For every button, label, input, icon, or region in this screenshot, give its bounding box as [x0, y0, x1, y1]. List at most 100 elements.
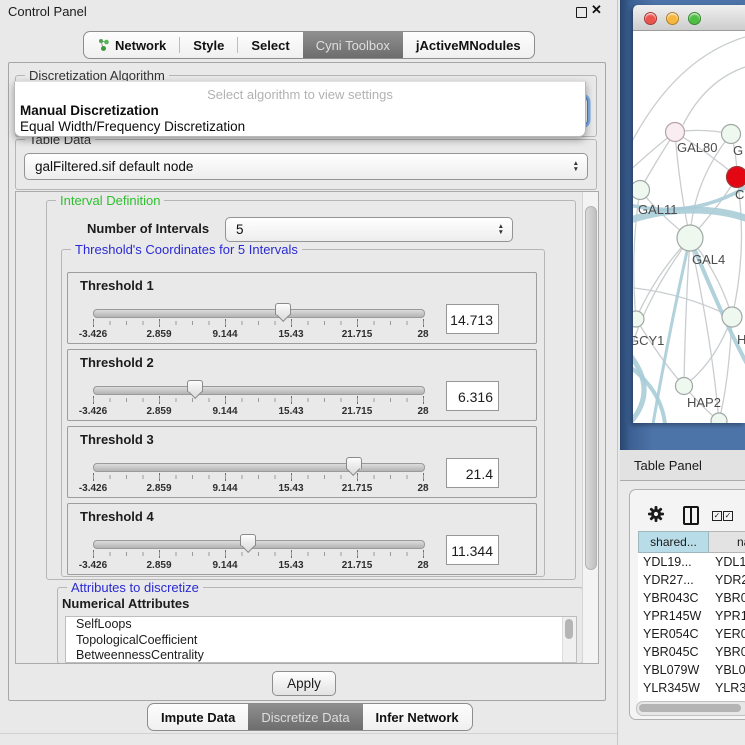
slider-handle[interactable]	[346, 457, 362, 469]
slider-handle[interactable]	[240, 534, 256, 546]
node-table-body: YDL19...YDL1YDR27...YDR2YBR043CYBR0YPR14…	[638, 553, 745, 715]
table-cell: YDL1	[709, 553, 745, 571]
slider-handle[interactable]	[187, 380, 203, 392]
network-node-label: GAL11	[638, 202, 678, 217]
tab-jactivemnodules[interactable]: jActiveMNodules	[403, 32, 534, 58]
tab-network[interactable]: Network	[84, 32, 179, 58]
scrollbar-thumb[interactable]	[565, 619, 573, 639]
column-header-name[interactable]: na	[709, 531, 745, 553]
tick-label: 21.715	[342, 483, 373, 494]
table-data-combobox[interactable]: galFiltered.sif default node ▲▼	[24, 153, 588, 180]
network-edge[interactable]	[684, 317, 732, 386]
slider-track[interactable]	[93, 386, 425, 395]
network-node-gal11[interactable]	[633, 181, 650, 200]
vertical-scrollbar[interactable]	[582, 192, 598, 663]
dropdown-item-equal-width-frequency[interactable]: Equal Width/Frequency Discretization	[20, 119, 245, 134]
network-canvas[interactable]: GAL80GCGAL11GAL4GCY1HHAP2	[633, 31, 745, 423]
threshold-value-field[interactable]: 21.4	[446, 458, 499, 488]
tab-label: Select	[251, 38, 289, 53]
slider-track[interactable]	[93, 309, 425, 318]
tab-discretize-data[interactable]: Discretize Data	[248, 704, 362, 730]
tab-style[interactable]: Style	[180, 32, 237, 58]
stepper-arrows-icon[interactable]: ▲▼	[498, 224, 504, 235]
slider-track[interactable]	[93, 540, 425, 549]
slider-minor-ticks	[93, 398, 424, 402]
close-traffic-light[interactable]	[644, 12, 657, 25]
threshold-value-field[interactable]: 14.713	[446, 304, 499, 334]
gear-icon[interactable]	[647, 505, 665, 523]
table-panel-header: Table Panel	[620, 450, 745, 481]
network-node[interactable]	[711, 413, 727, 423]
tab-label: Infer Network	[376, 710, 459, 725]
attribute-item[interactable]: SelfLoops	[66, 617, 576, 633]
dropdown-item-manual-discretization[interactable]: Manual Discretization	[20, 103, 159, 118]
network-node-gal80[interactable]	[666, 123, 685, 142]
table-row[interactable]: YBR043CYBR0	[638, 589, 745, 607]
zoom-traffic-light[interactable]	[688, 12, 701, 25]
scrollbar-thumb[interactable]	[639, 704, 741, 712]
slider-track[interactable]	[93, 463, 425, 472]
network-edge[interactable]	[640, 132, 675, 190]
slider-handle[interactable]	[275, 303, 291, 315]
network-node-g[interactable]	[722, 125, 741, 144]
tick-label: 2.859	[146, 560, 171, 571]
numerical-attributes-label: Numerical Attributes	[62, 596, 189, 611]
table-cell: YLR3	[709, 679, 745, 697]
network-node-c[interactable]	[727, 167, 745, 188]
intervals-value: 5	[236, 222, 244, 237]
tab-impute-data[interactable]: Impute Data	[148, 704, 248, 730]
split-columns-icon[interactable]	[683, 506, 699, 525]
network-edge[interactable]	[683, 67, 745, 125]
window-titlebar[interactable]	[633, 5, 745, 31]
slider-minor-ticks	[93, 552, 424, 556]
close-icon[interactable]: ✕	[591, 2, 602, 18]
table-row[interactable]: YBL079WYBL0	[638, 661, 745, 679]
horizontal-scrollbar[interactable]	[636, 701, 745, 716]
checkbox-icon[interactable]: ✓	[712, 511, 722, 521]
table-row[interactable]: YBR045CYBR0	[638, 643, 745, 661]
thresholds-group: Threshold's Coordinates for 5 Intervals …	[61, 249, 545, 577]
table-row[interactable]: YDL19...YDL1	[638, 553, 745, 571]
table-row[interactable]: YPR145WYPR1	[638, 607, 745, 625]
stepper-arrows-icon[interactable]: ▲▼	[573, 161, 579, 172]
tick-label: 2.859	[146, 483, 171, 494]
attribute-item[interactable]: TopologicalCoefficient	[66, 633, 576, 649]
network-node-hap2[interactable]	[676, 378, 693, 395]
tab-label: Network	[115, 38, 166, 53]
network-node-h[interactable]	[722, 307, 742, 327]
panel-title: Control Panel	[8, 4, 87, 19]
threshold-value-field[interactable]: 6.316	[446, 381, 499, 411]
attribute-item[interactable]: BetweennessCentrality	[66, 648, 576, 663]
minimize-traffic-light[interactable]	[666, 12, 679, 25]
tab-label: jActiveMNodules	[416, 38, 521, 53]
tab-label: Discretize Data	[261, 710, 349, 725]
table-cell: YBL0	[709, 661, 745, 679]
tick-label: 15.43	[278, 329, 303, 340]
apply-button[interactable]: Apply	[272, 671, 336, 696]
network-node-gcy1[interactable]	[633, 311, 644, 327]
network-svg: GAL80GCGAL11GAL4GCY1HHAP2	[633, 31, 745, 423]
table-row[interactable]: YER054CYER0	[638, 625, 745, 643]
tab-infer-network[interactable]: Infer Network	[363, 704, 472, 730]
tab-cyni-toolbox[interactable]: Cyni Toolbox	[303, 32, 403, 58]
column-header-shared-name[interactable]: shared...	[638, 531, 709, 553]
threshold-value-field[interactable]: 11.344	[446, 535, 499, 565]
tab-select[interactable]: Select	[238, 32, 302, 58]
interval-definition-group: Interval Definition Number of Intervals …	[46, 200, 576, 580]
tick-label: 28	[417, 406, 428, 417]
table-row[interactable]: YLR345WYLR3	[638, 679, 745, 697]
list-scrollbar[interactable]	[562, 617, 576, 662]
tick-label: 9.144	[212, 329, 237, 340]
number-of-intervals-spinner[interactable]: 5 ▲▼	[225, 217, 513, 242]
threshold-panel: Threshold 3 -3.4262.8599.14415.4321.7152…	[67, 426, 537, 498]
float-window-icon[interactable]	[576, 7, 587, 18]
network-edge-highlight[interactable]	[633, 349, 644, 423]
checkbox-icon[interactable]: ✓	[723, 511, 733, 521]
scrollbar-thumb[interactable]	[585, 206, 597, 570]
table-row[interactable]: YDR27...YDR2	[638, 571, 745, 589]
network-icon	[97, 38, 110, 52]
tab-label: Cyni Toolbox	[316, 38, 390, 53]
group-title: Attributes to discretize	[67, 580, 203, 595]
network-node-gal4[interactable]	[677, 225, 703, 251]
tick-label: 2.859	[146, 406, 171, 417]
